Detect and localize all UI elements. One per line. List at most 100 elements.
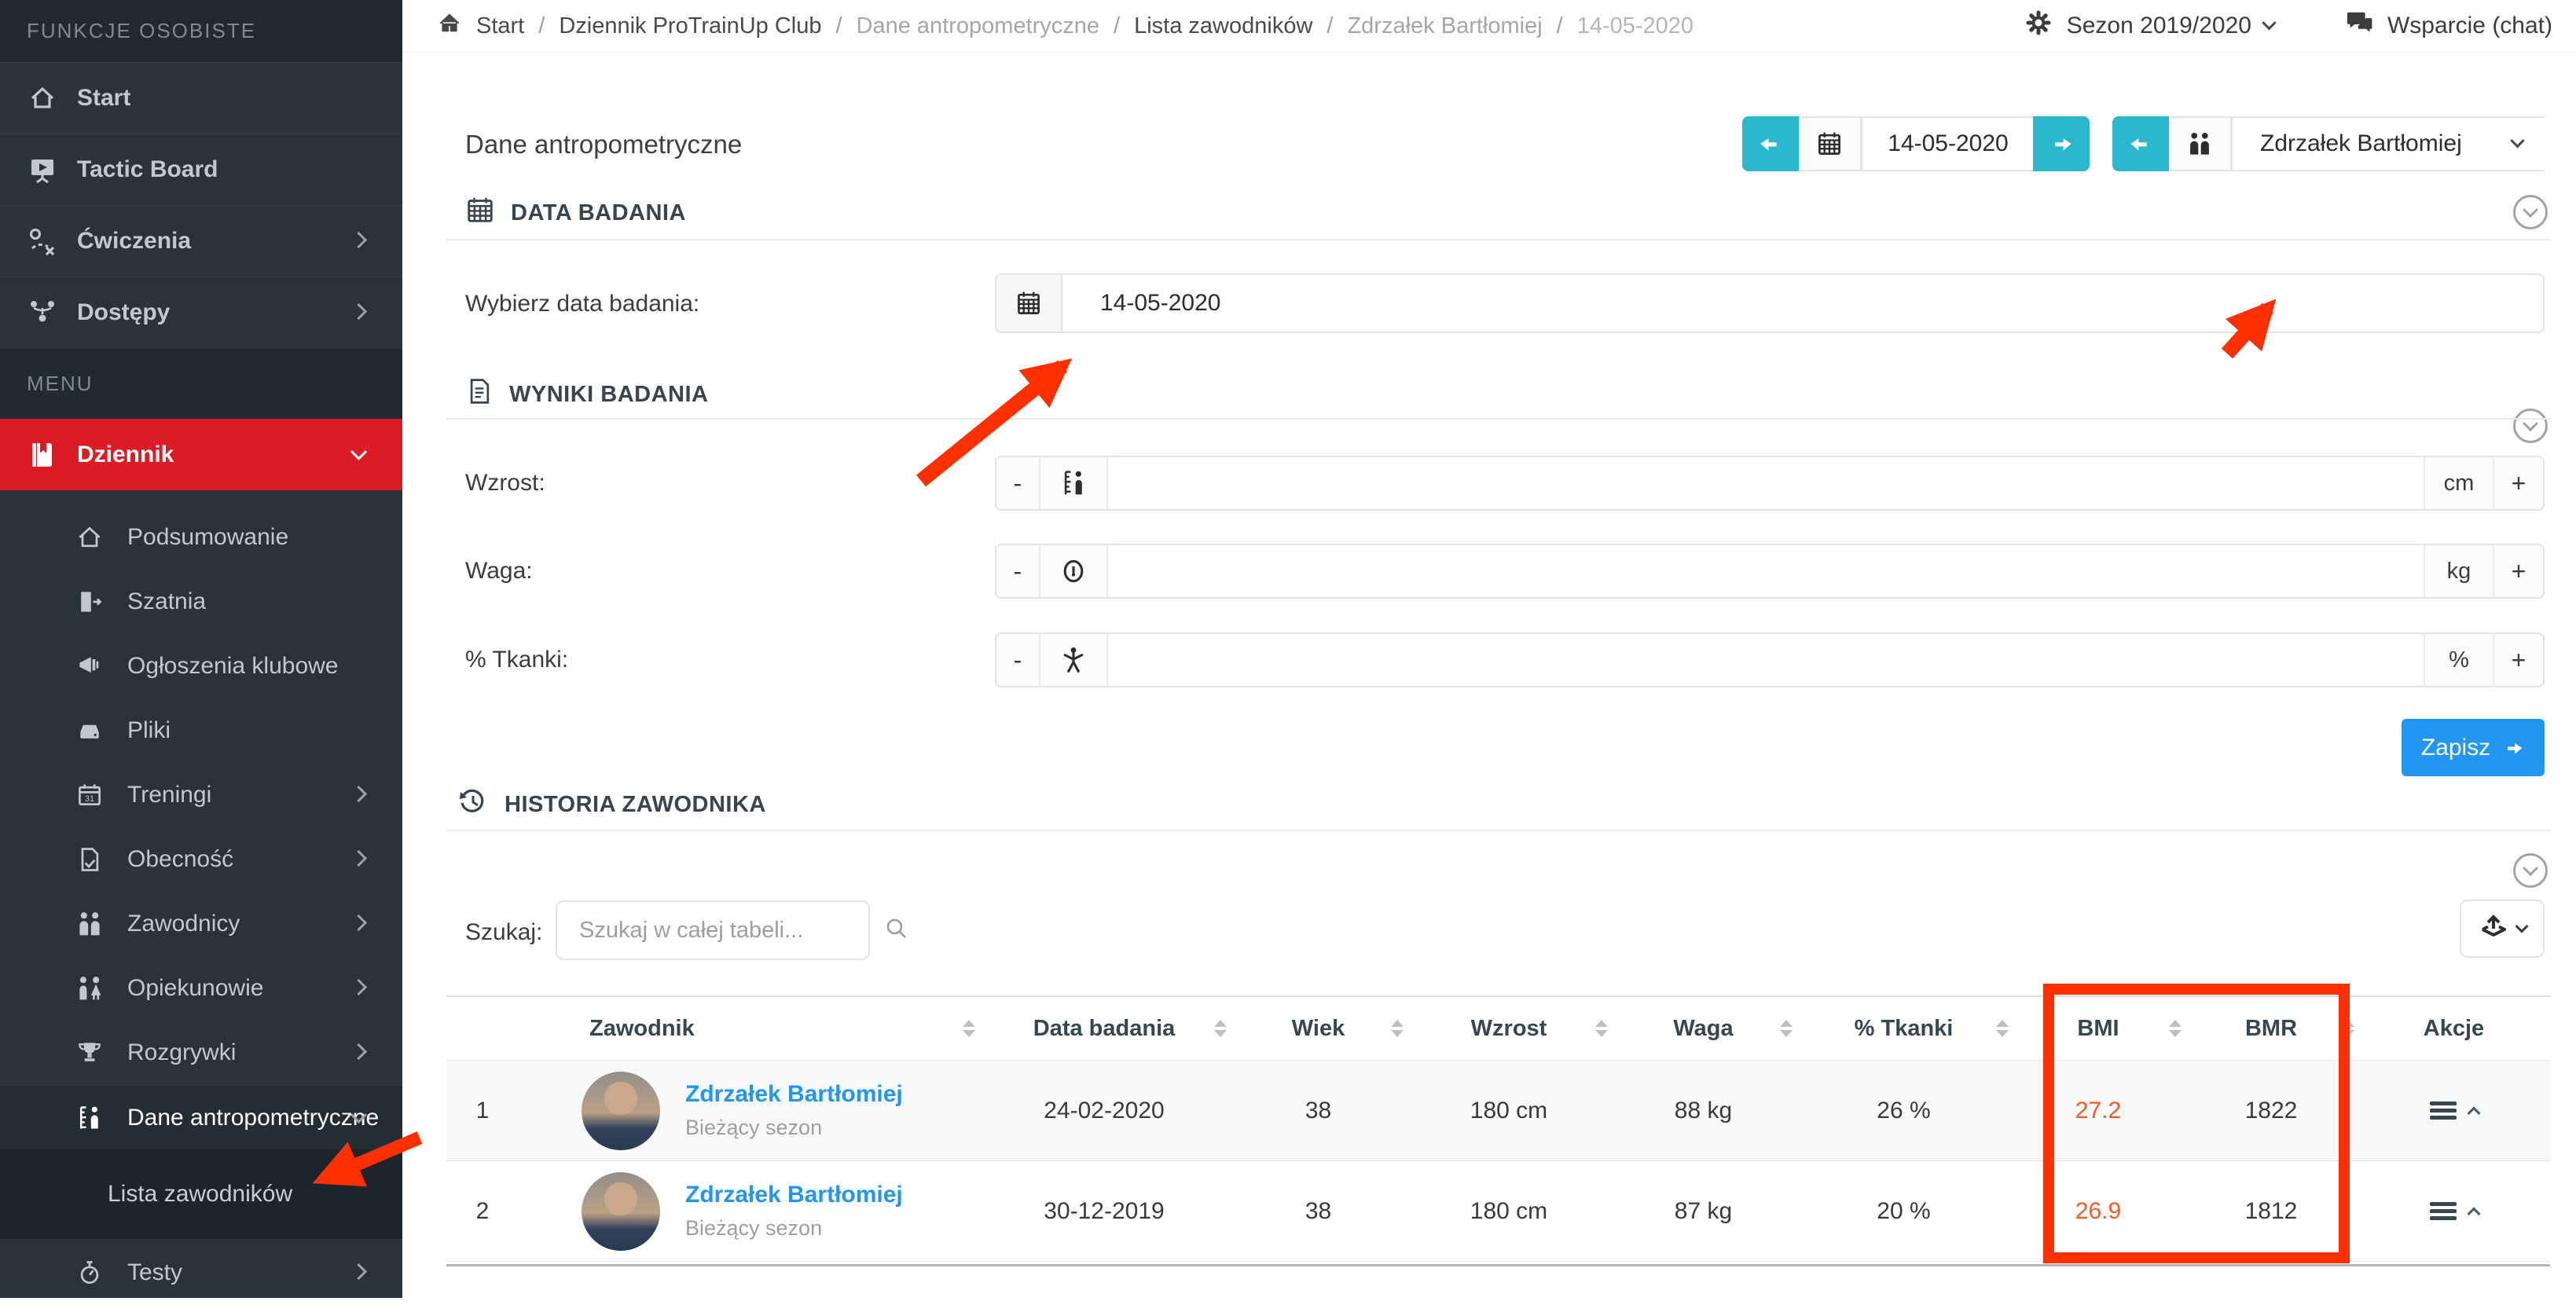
column-header-wiek[interactable]: Wiek [1230, 1016, 1407, 1042]
sidebar-item-opiekunowie[interactable]: Opiekunowie [0, 956, 402, 1021]
actions-menu-icon[interactable] [2430, 1199, 2457, 1223]
sidebar-item-rozgrywki[interactable]: Rozgrywki [0, 1021, 402, 1085]
prev-date-button[interactable] [1742, 116, 1799, 171]
svg-text:31: 31 [85, 794, 94, 804]
chat-icon [2345, 8, 2375, 44]
sidebar-item-zawodnicy[interactable]: Zawodnicy [0, 892, 402, 956]
stopwatch-icon [75, 1259, 104, 1287]
cell-age: 38 [1230, 1098, 1407, 1124]
sidebar-item-obecnosc[interactable]: Obecność [0, 827, 402, 892]
sidebar-item-label: Treningi [127, 782, 211, 808]
player-name-link[interactable]: Zdrzałek Bartłomiej [685, 1182, 903, 1208]
sidebar-item-cwiczenia[interactable]: Ćwiczenia [0, 205, 402, 277]
chevron-up-icon[interactable] [2467, 1106, 2480, 1120]
arrow-right-icon [2501, 736, 2525, 760]
season-selector[interactable]: Sezon 2019/2020 [2023, 7, 2274, 45]
sidebar-item-podsumowanie[interactable]: Podsumowanie [0, 505, 402, 570]
minus-button[interactable]: - [996, 634, 1040, 686]
next-date-button[interactable] [2033, 116, 2090, 171]
date-picker-field[interactable]: 14-05-2020 [995, 273, 2545, 333]
date-field-label: Wybierz data badania: [465, 291, 699, 317]
sidebar-item-testy[interactable]: Testy [0, 1239, 402, 1305]
row-actions [2358, 1199, 2550, 1223]
breadcrumb-item[interactable]: Start [476, 13, 524, 39]
collapse-section-button[interactable] [2513, 409, 2548, 443]
weight-input[interactable] [1108, 545, 2424, 597]
breadcrumb-item[interactable]: Lista zawodników [1134, 13, 1312, 39]
breadcrumb: Start / Dziennik ProTrainUp Club / Dane … [437, 10, 1693, 42]
weight-stepper: - kg + [995, 544, 2545, 599]
attendance-doc-icon [75, 845, 104, 874]
save-button-label: Zapisz [2421, 735, 2490, 761]
sidebar-item-start[interactable]: Start [0, 62, 402, 134]
sidebar-item-label: Start [77, 85, 130, 112]
breadcrumb-item[interactable]: Dziennik ProTrainUp Club [559, 13, 821, 39]
breadcrumb-item[interactable]: Zdrzałek Bartłomiej [1347, 13, 1542, 39]
sidebar-item-dostepy[interactable]: Dostępy [0, 277, 402, 348]
prev-player-button[interactable] [2112, 116, 2169, 171]
breadcrumb-item[interactable]: Dane antropometryczne [857, 13, 1100, 39]
section-divider [446, 239, 2550, 240]
cell-age: 38 [1230, 1198, 1407, 1225]
breadcrumb-separator: / [1557, 13, 1563, 39]
home-breadcrumb-icon[interactable] [437, 10, 462, 42]
date-picker-value[interactable]: 14-05-2020 [1062, 275, 2543, 332]
sort-icon[interactable] [1214, 1020, 1227, 1037]
sidebar-item-treningi[interactable]: 31 Treningi [0, 763, 402, 827]
files-drive-icon [75, 717, 104, 745]
current-date-value[interactable]: 14-05-2020 [1862, 116, 2033, 171]
sidebar-item-dziennik[interactable]: Dziennik [0, 419, 402, 490]
sidebar-item-szatnia[interactable]: Szatnia [0, 570, 402, 634]
player-select-value: Zdrzałek Bartłomiej [2260, 130, 2462, 157]
chevron-up-icon[interactable] [2467, 1207, 2480, 1220]
column-header-waga[interactable]: Waga [1611, 1016, 1796, 1042]
sort-icon[interactable] [963, 1020, 975, 1037]
actions-menu-icon[interactable] [2430, 1098, 2457, 1123]
save-button[interactable]: Zapisz [2402, 719, 2545, 776]
exercises-icon [25, 224, 60, 258]
minus-button[interactable]: - [996, 457, 1040, 509]
history-icon [457, 786, 489, 823]
breadcrumb-item: 14-05-2020 [1577, 13, 1693, 39]
plus-button[interactable]: + [2493, 545, 2543, 597]
column-header-zawodnik[interactable]: Zawodnik [519, 1016, 978, 1042]
sort-icon[interactable] [1391, 1020, 1404, 1037]
chevron-right-icon [350, 979, 367, 995]
sidebar-item-dane-antropometryczne[interactable]: Dane antropometryczne [0, 1085, 402, 1149]
collapse-section-button[interactable] [2513, 195, 2548, 229]
section-title: WYNIKI BADANIA [509, 382, 709, 408]
sort-icon[interactable] [1996, 1020, 2009, 1037]
chevron-down-icon [350, 443, 367, 460]
sidebar-item-ogloszenia[interactable]: Ogłoszenia klubowe [0, 634, 402, 698]
height-stepper: - cm + [995, 456, 2545, 511]
tactic-board-icon [25, 152, 60, 187]
chevron-right-icon [350, 915, 367, 931]
fat-input[interactable] [1108, 634, 2424, 686]
sort-icon[interactable] [1780, 1020, 1793, 1037]
chevron-right-icon [350, 1043, 367, 1060]
plus-button[interactable]: + [2493, 634, 2543, 686]
column-header-tkanki[interactable]: % Tkanki [1796, 1016, 2012, 1042]
column-header-data-badania[interactable]: Data badania [978, 1016, 1230, 1042]
height-input[interactable] [1108, 457, 2424, 509]
season-label: Sezon 2019/2020 [2067, 13, 2251, 39]
sidebar-item-lista-zawodnikow[interactable]: Lista zawodników [0, 1149, 402, 1239]
sidebar-item-tactic-board[interactable]: Tactic Board [0, 134, 402, 205]
export-button[interactable] [2460, 900, 2545, 958]
column-header-wzrost[interactable]: Wzrost [1407, 1016, 1611, 1042]
player-select[interactable]: Zdrzałek Bartłomiej [2232, 116, 2545, 171]
player-avatar [582, 1172, 660, 1251]
collapse-section-button[interactable] [2513, 853, 2548, 888]
sidebar-item-label: Rozgrywki [127, 1039, 236, 1066]
summary-home-icon [75, 523, 104, 552]
player-navigation: Zdrzałek Bartłomiej [2112, 116, 2545, 171]
sidebar-item-pliki[interactable]: Pliki [0, 698, 402, 763]
row-actions [2358, 1098, 2550, 1123]
plus-button[interactable]: + [2493, 457, 2543, 509]
player-name-link[interactable]: Zdrzałek Bartłomiej [685, 1081, 903, 1108]
guardians-icon [75, 974, 104, 1003]
search-input[interactable] [557, 918, 883, 944]
minus-button[interactable]: - [996, 545, 1040, 597]
support-chat-link[interactable]: Wsparcie (chat) [2345, 8, 2552, 44]
sort-icon[interactable] [1595, 1020, 1608, 1037]
